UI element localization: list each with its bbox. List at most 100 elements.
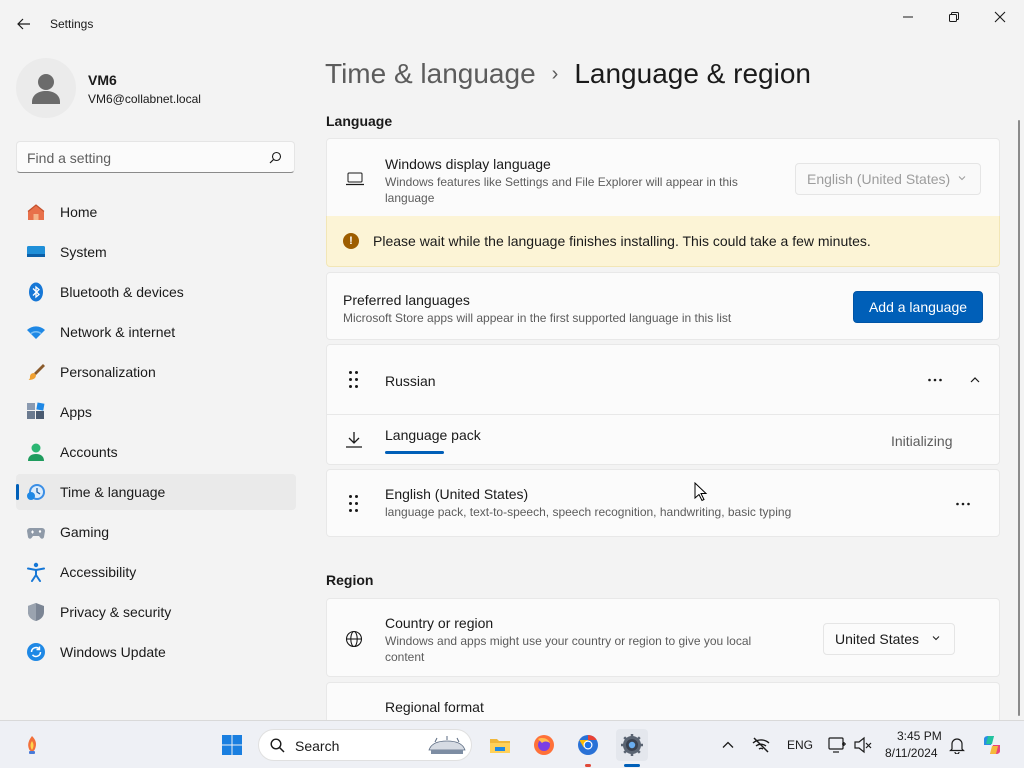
folder-icon bbox=[490, 739, 510, 753]
sidebar-item-label: Bluetooth & devices bbox=[60, 284, 184, 300]
sidebar-item-personalization[interactable]: Personalization bbox=[16, 354, 296, 390]
time-language-icon bbox=[27, 484, 45, 500]
widgets-icon bbox=[28, 736, 36, 754]
sidebar-item-label: Network & internet bbox=[60, 324, 176, 340]
display-language-dropdown: English (United States) bbox=[795, 163, 981, 195]
sidebar-item-label: Privacy & security bbox=[60, 604, 172, 620]
language-features: language pack, text-to-speech, speech re… bbox=[385, 505, 792, 519]
close-icon bbox=[994, 11, 1006, 23]
country-region-dropdown[interactable]: United States bbox=[823, 623, 955, 655]
file-explorer-button[interactable] bbox=[484, 729, 516, 761]
sidebar-item-bluetooth[interactable]: Bluetooth & devices bbox=[16, 274, 296, 310]
drag-handle-icon[interactable] bbox=[349, 495, 361, 513]
minimize-icon bbox=[903, 16, 913, 18]
sidebar-item-apps[interactable]: Apps bbox=[16, 394, 296, 430]
sidebar-item-time-language[interactable]: Time & language bbox=[16, 474, 296, 510]
sidebar-item-label: System bbox=[60, 244, 107, 260]
language-pack-status: Initializing bbox=[891, 433, 953, 449]
sidebar-item-label: Accounts bbox=[60, 444, 118, 460]
settings-active-indicator bbox=[624, 764, 640, 767]
brush-icon bbox=[28, 364, 45, 380]
sidebar-item-label: Home bbox=[60, 204, 98, 220]
sidebar-item-label: Gaming bbox=[60, 524, 110, 540]
sidebar-item-system[interactable]: System bbox=[16, 234, 296, 270]
settings-gear-icon bbox=[621, 734, 643, 756]
input-language-indicator[interactable]: ENG bbox=[787, 738, 813, 752]
search-placeholder: Find a setting bbox=[27, 150, 112, 166]
country-region-description: Windows and apps might use your country … bbox=[385, 634, 752, 664]
country-region-value: United States bbox=[835, 631, 920, 647]
start-button[interactable] bbox=[216, 729, 248, 761]
scrollbar[interactable] bbox=[1018, 120, 1020, 716]
back-button[interactable] bbox=[14, 14, 34, 34]
preferred-languages-title: Preferred languages bbox=[343, 292, 470, 308]
chevron-down-icon bbox=[932, 636, 940, 641]
globe-icon bbox=[345, 630, 363, 648]
windows-logo-icon bbox=[222, 735, 242, 755]
language-item-english: English (United States) language pack, t… bbox=[326, 469, 1000, 537]
country-region-title: Country or region bbox=[385, 615, 494, 631]
firefox-icon bbox=[534, 735, 554, 755]
settings-taskbar-button[interactable] bbox=[616, 729, 648, 761]
display-icon[interactable] bbox=[827, 735, 847, 755]
language-name: Russian bbox=[385, 373, 436, 389]
network-disconnected-icon[interactable] bbox=[751, 735, 771, 755]
gamepad-icon bbox=[27, 528, 45, 539]
sidebar-nav: Home System Bluetooth & devices Network … bbox=[16, 194, 296, 674]
divider bbox=[327, 414, 999, 415]
accessibility-icon bbox=[27, 562, 45, 582]
language-item-russian: Russian Language pack Initializing bbox=[326, 344, 1000, 465]
preferred-languages-description: Microsoft Store apps will appear in the … bbox=[343, 311, 732, 325]
mouse-cursor-icon bbox=[694, 482, 708, 502]
chevron-up-icon[interactable] bbox=[969, 374, 981, 386]
sidebar-item-label: Personalization bbox=[60, 364, 156, 380]
sidebar-item-privacy[interactable]: Privacy & security bbox=[16, 594, 296, 630]
sidebar-item-label: Time & language bbox=[60, 484, 166, 500]
sidebar-item-accessibility[interactable]: Accessibility bbox=[16, 554, 296, 590]
sidebar-item-gaming[interactable]: Gaming bbox=[16, 514, 296, 550]
sidebar-item-label: Apps bbox=[60, 404, 92, 420]
sidebar-item-network[interactable]: Network & internet bbox=[16, 314, 296, 350]
download-icon bbox=[346, 432, 362, 448]
country-region-card: Country or region Windows and apps might… bbox=[326, 598, 1000, 677]
search-input[interactable]: Find a setting bbox=[16, 141, 295, 173]
language-pack-label: Language pack bbox=[385, 427, 481, 443]
warning-icon: ! bbox=[343, 233, 359, 249]
restore-button[interactable] bbox=[934, 6, 974, 28]
avatar bbox=[16, 58, 76, 118]
shield-icon bbox=[28, 603, 44, 621]
bluetooth-icon bbox=[29, 282, 43, 302]
clock-date[interactable]: 8/11/2024 bbox=[885, 746, 938, 760]
firefox-button[interactable] bbox=[528, 729, 560, 761]
sidebar-item-home[interactable]: Home bbox=[16, 194, 296, 230]
clock-time[interactable]: 3:45 PM bbox=[897, 729, 942, 743]
volume-muted-icon[interactable] bbox=[853, 735, 873, 755]
more-options-icon[interactable] bbox=[927, 372, 943, 388]
show-hidden-icons-icon[interactable] bbox=[721, 738, 735, 752]
close-button[interactable] bbox=[980, 6, 1020, 28]
regional-format-card: Regional format bbox=[326, 682, 1000, 720]
widgets-button[interactable] bbox=[16, 729, 48, 761]
sidebar-item-windows-update[interactable]: Windows Update bbox=[16, 634, 296, 670]
chrome-running-indicator bbox=[585, 764, 591, 767]
apps-icon bbox=[27, 402, 45, 419]
laptop-icon bbox=[346, 172, 364, 186]
install-warning-text: Please wait while the language finishes … bbox=[373, 233, 871, 249]
drag-handle-icon[interactable] bbox=[349, 371, 361, 389]
notification-bell-icon[interactable] bbox=[948, 736, 966, 754]
minimize-button[interactable] bbox=[888, 6, 928, 28]
add-language-button[interactable]: Add a language bbox=[853, 291, 983, 323]
region-section-title: Region bbox=[326, 572, 374, 588]
copilot-icon[interactable] bbox=[980, 733, 1004, 757]
user-profile[interactable]: VM6 VM6@collabnet.local bbox=[16, 58, 296, 118]
sidebar-item-accounts[interactable]: Accounts bbox=[16, 434, 296, 470]
more-options-icon[interactable] bbox=[955, 496, 971, 512]
accounts-icon bbox=[28, 443, 44, 461]
chevron-down-icon bbox=[958, 176, 966, 181]
chrome-button[interactable] bbox=[572, 729, 604, 761]
display-language-card: Windows display language Windows feature… bbox=[326, 138, 1000, 217]
wifi-icon bbox=[27, 326, 45, 339]
taskbar-search[interactable]: Search bbox=[258, 729, 472, 761]
breadcrumb-parent[interactable]: Time & language bbox=[325, 58, 536, 90]
search-icon bbox=[269, 151, 282, 164]
